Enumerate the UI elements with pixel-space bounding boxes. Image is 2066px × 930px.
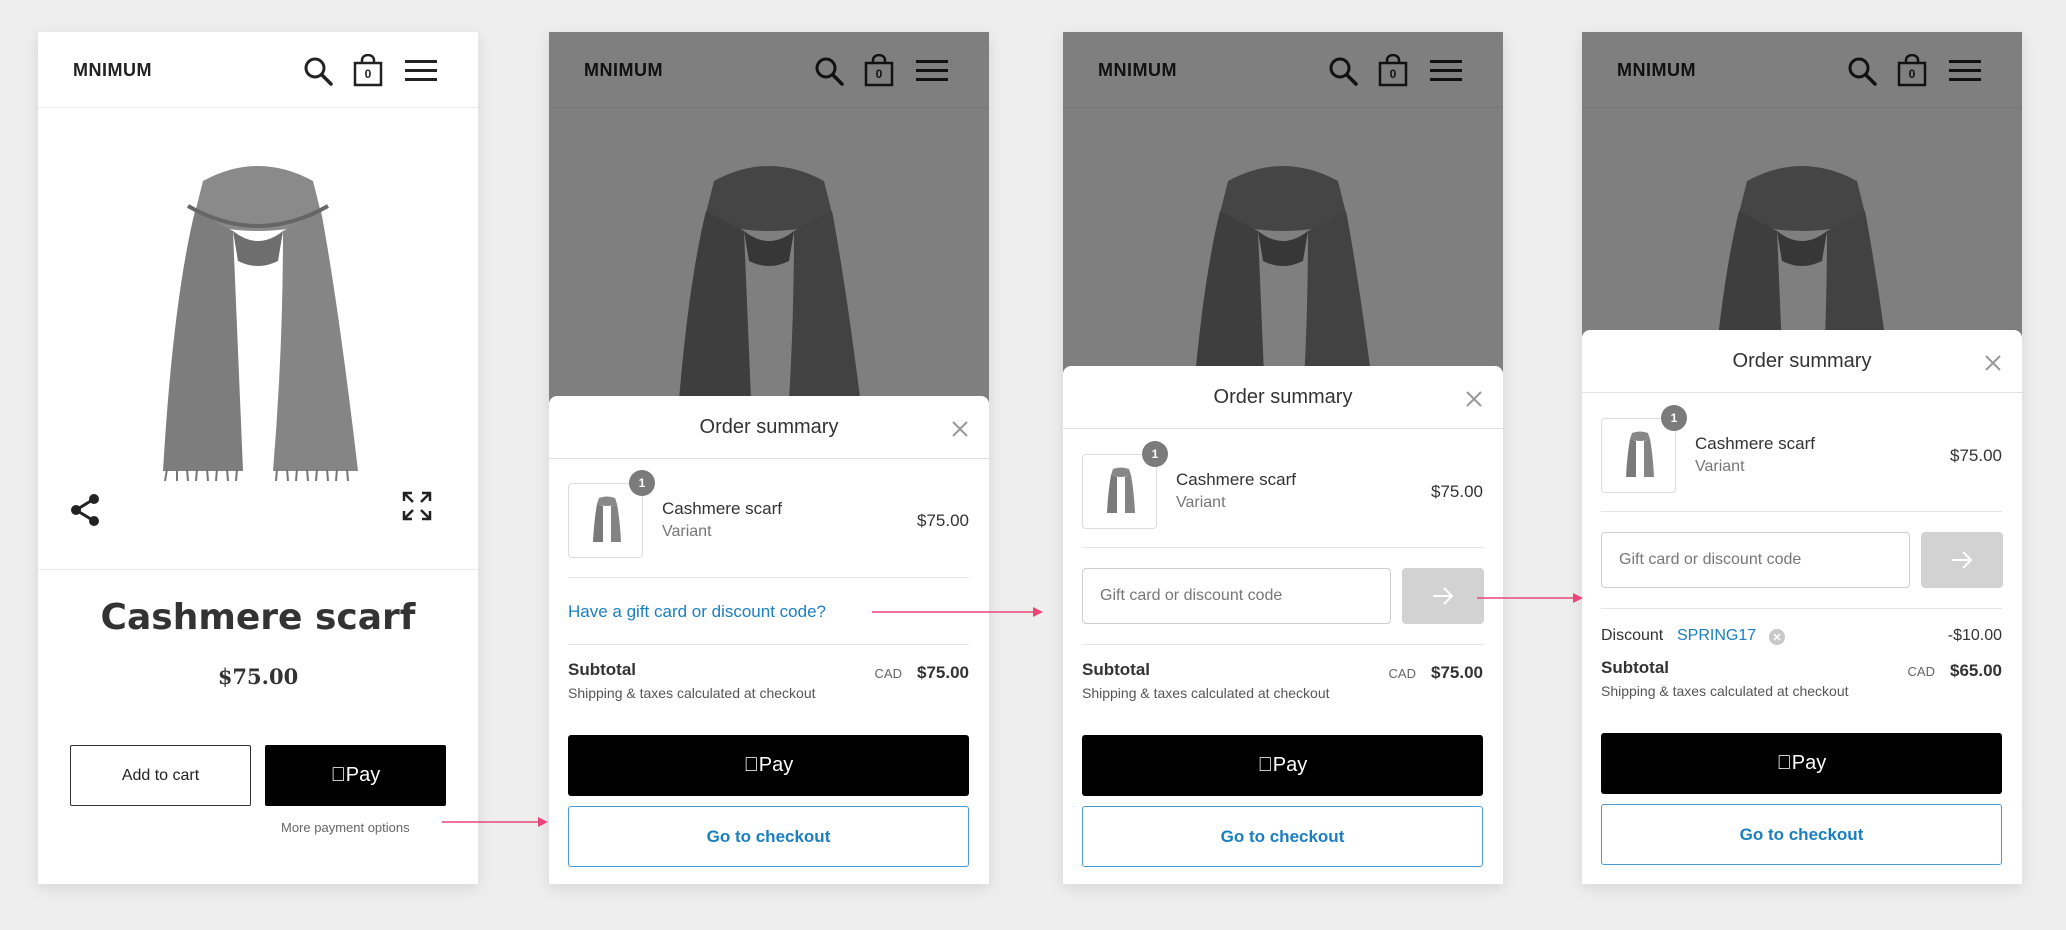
- flow-arrow-1: [442, 817, 548, 827]
- quantity-badge: 1: [1661, 405, 1687, 431]
- go-to-checkout-button[interactable]: Go to checkout: [568, 806, 969, 867]
- cart-count: 0: [364, 67, 372, 81]
- close-icon[interactable]: [1465, 390, 1483, 408]
- quantity-badge: 1: [1142, 441, 1168, 467]
- apple-pay-button[interactable]: Pay: [265, 745, 446, 806]
- subtotal-amount: $75.00: [1431, 663, 1483, 682]
- sheet-title: Order summary: [1213, 386, 1353, 408]
- cart-icon[interactable]: 0: [351, 53, 385, 88]
- add-to-cart-button[interactable]: Add to cart: [70, 745, 251, 806]
- apple-pay-button[interactable]: Pay: [1082, 735, 1483, 796]
- order-summary-gift-input-screen: MNIMUM 0 Order summary 1 Cashmere scarf …: [1063, 32, 1503, 884]
- item-variant: Variant: [1695, 458, 1745, 475]
- subtotal-note: Shipping & taxes calculated at checkout: [568, 685, 816, 701]
- item-name: Cashmere scarf: [662, 499, 782, 518]
- divider: [1582, 392, 2022, 393]
- subtotal-label: Subtotal: [568, 660, 636, 679]
- subtotal-amount: $75.00: [917, 663, 969, 682]
- sheet-title: Order summary: [1732, 350, 1872, 372]
- subtotal-amount: $65.00: [1950, 661, 2002, 680]
- product-page-screen: MNIMUM 0 Cashmere scarf $75.00 Add to ca…: [38, 32, 478, 884]
- search-icon[interactable]: [301, 54, 335, 88]
- scarf-thumbnail-image: [1626, 431, 1654, 477]
- item-price: $75.00: [1950, 446, 2002, 465]
- store-header: MNIMUM 0: [38, 32, 478, 108]
- flow-arrow-2: [872, 607, 1043, 617]
- apple-icon: : [1777, 752, 1792, 774]
- quantity-badge: 1: [629, 470, 655, 496]
- share-icon[interactable]: [70, 492, 100, 528]
- divider: [549, 458, 989, 459]
- order-summary-discount-applied-screen: MNIMUM 0 Order summary 1 Cashmere scarf …: [1582, 32, 2022, 884]
- divider: [568, 644, 969, 645]
- subtotal-label: Subtotal: [1601, 658, 1669, 677]
- menu-icon[interactable]: [404, 54, 438, 88]
- divider: [1082, 547, 1483, 548]
- item-name: Cashmere scarf: [1176, 470, 1296, 489]
- product-title: Cashmere scarf: [100, 597, 416, 638]
- apply-code-button[interactable]: [1402, 568, 1484, 624]
- gift-card-input[interactable]: [1601, 532, 1910, 588]
- discount-code: SPRING17: [1677, 627, 1757, 644]
- subtotal-label: Subtotal: [1082, 660, 1150, 679]
- item-thumbnail: [1082, 454, 1157, 529]
- gift-card-link[interactable]: Have a gift card or discount code?: [568, 602, 826, 622]
- order-summary-sheet: Order summary 1 Cashmere scarf Variant $…: [1582, 330, 2022, 884]
- subtotal-currency: CAD: [1907, 664, 1935, 679]
- item-thumbnail: [568, 483, 643, 558]
- scarf-image[interactable]: [133, 151, 383, 481]
- go-to-checkout-button[interactable]: Go to checkout: [1601, 804, 2002, 865]
- more-payment-options-link[interactable]: More payment options: [281, 820, 410, 835]
- divider: [568, 577, 969, 578]
- sheet-title: Order summary: [699, 416, 839, 438]
- item-price: $75.00: [917, 511, 969, 530]
- close-icon[interactable]: [1984, 354, 2002, 372]
- product-info: Cashmere scarf $75.00: [38, 569, 478, 749]
- divider: [1063, 428, 1503, 429]
- subtotal-note: Shipping & taxes calculated at checkout: [1601, 683, 1849, 699]
- store-logo[interactable]: MNIMUM: [73, 60, 152, 81]
- subtotal-currency: CAD: [1388, 666, 1416, 681]
- item-price: $75.00: [1431, 482, 1483, 501]
- item-name: Cashmere scarf: [1695, 434, 1815, 453]
- item-thumbnail: [1601, 418, 1676, 493]
- apple-pay-label: Pay: [1265, 754, 1307, 776]
- divider: [1601, 511, 2002, 512]
- item-variant: Variant: [662, 523, 712, 540]
- subtotal-currency: CAD: [874, 666, 902, 681]
- order-summary-sheet: Order summary 1 Cashmere scarf Variant $…: [549, 396, 989, 884]
- order-summary-sheet: Order summary 1 Cashmere scarf Variant $…: [1063, 366, 1503, 884]
- item-variant: Variant: [1176, 494, 1226, 511]
- scarf-thumbnail-image: [1107, 467, 1135, 513]
- divider: [1601, 608, 2002, 609]
- divider: [1082, 644, 1483, 645]
- apple-pay-label: Pay: [751, 754, 793, 776]
- close-icon[interactable]: [951, 420, 969, 438]
- flow-arrow-3: [1477, 593, 1583, 603]
- arrow-right-icon: [1952, 551, 1973, 569]
- discount-label: Discount: [1601, 627, 1664, 644]
- apple-pay-label: Pay: [1784, 752, 1826, 774]
- apple-pay-label: Pay: [338, 764, 380, 786]
- discount-amount: -$10.00: [1947, 627, 2002, 644]
- apple-icon: : [1258, 754, 1273, 776]
- apple-pay-button[interactable]: Pay: [568, 735, 969, 796]
- product-price: $75.00: [217, 664, 299, 689]
- arrow-right-icon: [1433, 587, 1454, 605]
- subtotal-note: Shipping & taxes calculated at checkout: [1082, 685, 1330, 701]
- product-image-area: [38, 109, 478, 569]
- apply-code-button[interactable]: [1921, 532, 2003, 588]
- go-to-checkout-button[interactable]: Go to checkout: [1082, 806, 1483, 867]
- apple-icon: : [744, 754, 759, 776]
- remove-discount-icon[interactable]: [1769, 629, 1785, 645]
- scarf-thumbnail-image: [593, 496, 621, 542]
- gift-card-input[interactable]: [1082, 568, 1391, 624]
- order-summary-screen: MNIMUM 0 Order summary 1 Cashmere scarf …: [549, 32, 989, 884]
- apple-icon: : [331, 764, 346, 786]
- apple-pay-button[interactable]: Pay: [1601, 733, 2002, 794]
- expand-icon[interactable]: [402, 491, 432, 521]
